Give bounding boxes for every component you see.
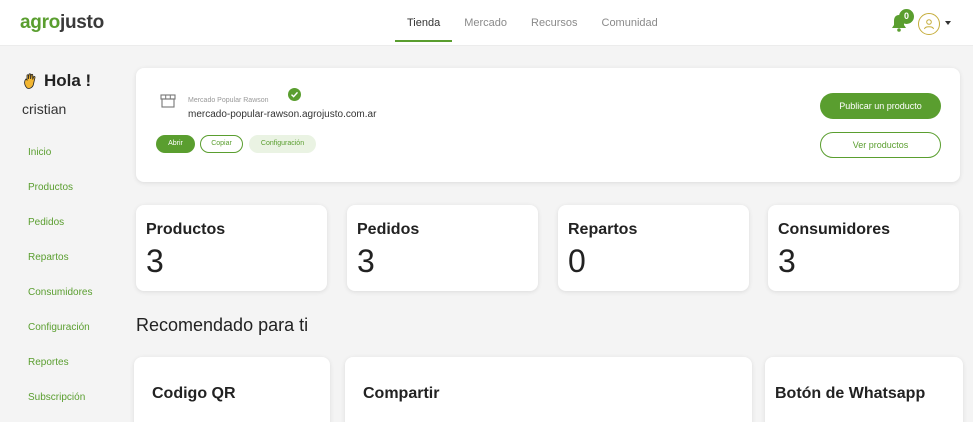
rec-card-codigo-qr[interactable]: Codigo QR [134,357,330,422]
view-products-button[interactable]: Ver productos [820,132,941,158]
stat-card-productos[interactable]: Productos 3 [136,205,327,291]
nav-tienda[interactable]: Tienda [395,0,453,46]
stat-value: 0 [568,243,586,279]
sidebar-item-productos[interactable]: Productos [28,182,92,217]
stat-label: Pedidos [357,221,420,238]
check-circle-icon [288,88,301,101]
stat-card-consumidores[interactable]: Consumidores 3 [768,205,959,291]
notification-count-badge: 0 [899,9,914,24]
store-url: mercado-popular-rawson.agrojusto.com.ar [188,109,377,120]
sidebar-item-configuracion[interactable]: Configuración [28,322,92,357]
nav-mercado[interactable]: Mercado [452,0,519,46]
rec-card-label: Codigo QR [152,385,236,402]
stat-card-pedidos[interactable]: Pedidos 3 [347,205,538,291]
rec-card-label: Compartir [363,385,440,402]
store-name: Mercado Popular Rawson [188,97,269,104]
sidebar-item-pedidos[interactable]: Pedidos [28,217,92,252]
greeting: Hola ! [22,71,91,91]
stat-value: 3 [357,243,375,279]
rec-card-label: Botón de Whatsapp [775,385,926,402]
sidebar-item-reportes[interactable]: Reportes [28,357,92,392]
store-card: Mercado Popular Rawson mercado-popular-r… [136,68,960,182]
nav-recursos[interactable]: Recursos [519,0,589,46]
app-logo[interactable]: agrojusto [20,12,104,34]
stat-value: 3 [146,243,164,279]
open-store-button[interactable]: Abrir [156,135,195,153]
sidebar-menu: Inicio Productos Pedidos Repartos Consum… [28,147,92,422]
stat-label: Consumidores [778,221,891,238]
sidebar-item-inicio[interactable]: Inicio [28,147,92,182]
stat-card-repartos[interactable]: Repartos 0 [558,205,749,291]
stat-label: Productos [146,221,226,238]
publish-product-button[interactable]: Publicar un producto [820,93,941,119]
chevron-down-icon[interactable] [945,21,951,25]
stat-value: 3 [778,243,796,279]
sidebar: Hola ! cristian Inicio Productos Pedidos… [0,47,120,422]
copy-url-button[interactable]: Copiar [200,135,243,153]
username: cristian [22,101,67,117]
logo-part-justo: justo [59,12,104,33]
sidebar-item-subscripcion[interactable]: Subscripción [28,392,92,422]
store-config-button[interactable]: Configuración [249,135,316,153]
sidebar-item-repartos[interactable]: Repartos [28,252,92,287]
rec-card-compartir[interactable]: Compartir [345,357,752,422]
greeting-text: Hola ! [44,71,92,90]
sidebar-item-consumidores[interactable]: Consumidores [28,287,92,322]
waving-hand-icon [24,73,36,89]
recommended-title: Recomendado para ti [136,315,309,335]
logo-part-agro: agro [20,12,60,33]
avatar[interactable] [918,13,940,35]
stat-label: Repartos [568,221,638,238]
user-avatar-icon [924,19,934,30]
nav-comunidad[interactable]: Comunidad [590,0,670,46]
main-nav: Tienda Mercado Recursos Comunidad [395,0,670,46]
rec-card-whatsapp[interactable]: Botón de Whatsapp [765,357,963,422]
storefront-icon [160,94,176,108]
top-header: agrojusto Tienda Mercado Recursos Comuni… [0,0,973,46]
